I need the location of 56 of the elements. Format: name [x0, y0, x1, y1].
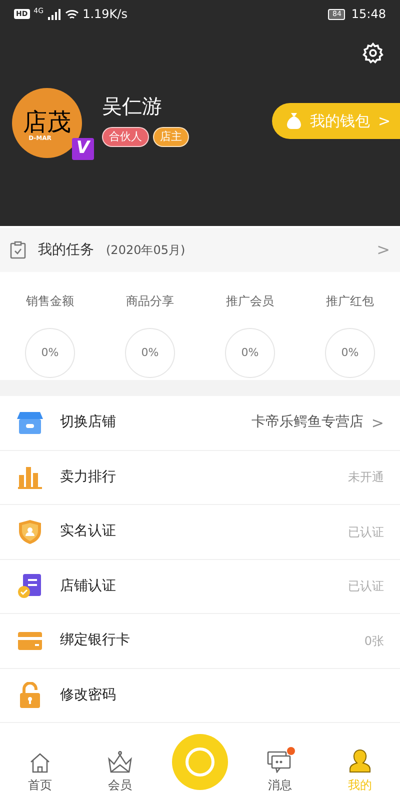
tasks-header[interactable]: 我的任务 (2020年05月) > [0, 228, 400, 272]
tasks-period: (2020年05月) [106, 242, 186, 259]
menu-label: 卖力排行 [60, 468, 116, 487]
role-tag: 店主 [153, 126, 189, 148]
clock: 15:48 [351, 6, 386, 23]
menu-value: 未开通 [348, 469, 384, 486]
tab-item[interactable]: 会员 [80, 749, 160, 794]
task-label: 销售金额 [26, 293, 74, 310]
menu-label: 店铺认证 [60, 576, 116, 596]
menu-label: 绑定银行卡 [60, 631, 130, 650]
tab-item[interactable]: 消息 [240, 749, 320, 794]
task-label: 推广会员 [226, 293, 274, 310]
menu-row[interactable]: 卖力排行 未开通 [0, 450, 400, 505]
user-name: 吴仁游 [102, 92, 163, 120]
money-bag-icon [286, 112, 302, 130]
menu-label: 切换店铺 [60, 413, 116, 432]
menu-row[interactable]: 店铺认证 已认证 [0, 560, 400, 614]
progress-ring: 0% [325, 328, 375, 378]
ring-icon [185, 747, 215, 777]
progress-ring: 0% [125, 328, 175, 378]
progress-ring: 0% [25, 328, 75, 378]
menu-row[interactable]: 绑定银行卡 0张 [0, 614, 400, 668]
chevron: > [371, 412, 384, 434]
shield-person-icon [19, 520, 41, 544]
storefront-icon [17, 412, 43, 434]
avatar-logo-text: 店茂 [23, 109, 71, 135]
crown-icon [108, 751, 132, 773]
role-tag: 合伙人 [102, 126, 149, 148]
menu-label: 修改密码 [60, 686, 116, 705]
home-icon [29, 753, 51, 773]
menu-label: 实名认证 [60, 522, 116, 542]
menu-row[interactable]: 修改密码 [0, 668, 400, 723]
menu-value: 已认证 [348, 578, 384, 596]
menu-value: 卡帝乐鳄鱼专营店 [251, 413, 364, 432]
wifi-icon [64, 8, 79, 20]
settings-icon[interactable] [362, 42, 384, 64]
certified-document-icon [18, 574, 42, 598]
menu-value: 已认证 [348, 524, 384, 541]
menu-row[interactable]: 实名认证 已认证 [0, 505, 400, 560]
chat-bubbles-icon [267, 751, 293, 773]
progress-ring: 0% [225, 328, 275, 378]
padlock-icon [20, 682, 40, 708]
person-icon [349, 749, 371, 773]
task-label: 推广红包 [326, 293, 374, 310]
bank-card-icon [18, 632, 42, 650]
chevron: > [376, 239, 390, 261]
clipboard-check-icon [10, 241, 26, 259]
task-label: 商品分享 [126, 293, 174, 310]
tasks-title: 我的任务 [38, 240, 94, 260]
menu-value: 0张 [364, 632, 384, 650]
vip-badge: V [72, 138, 94, 160]
tab-item[interactable]: 首页 [0, 749, 80, 794]
network-speed: 1.19K/s [82, 6, 128, 23]
signal-icon [48, 8, 61, 20]
bar-chart-icon [18, 465, 42, 490]
menu-row[interactable]: 切换店铺 卡帝乐鳄鱼专营店 > [0, 396, 400, 450]
